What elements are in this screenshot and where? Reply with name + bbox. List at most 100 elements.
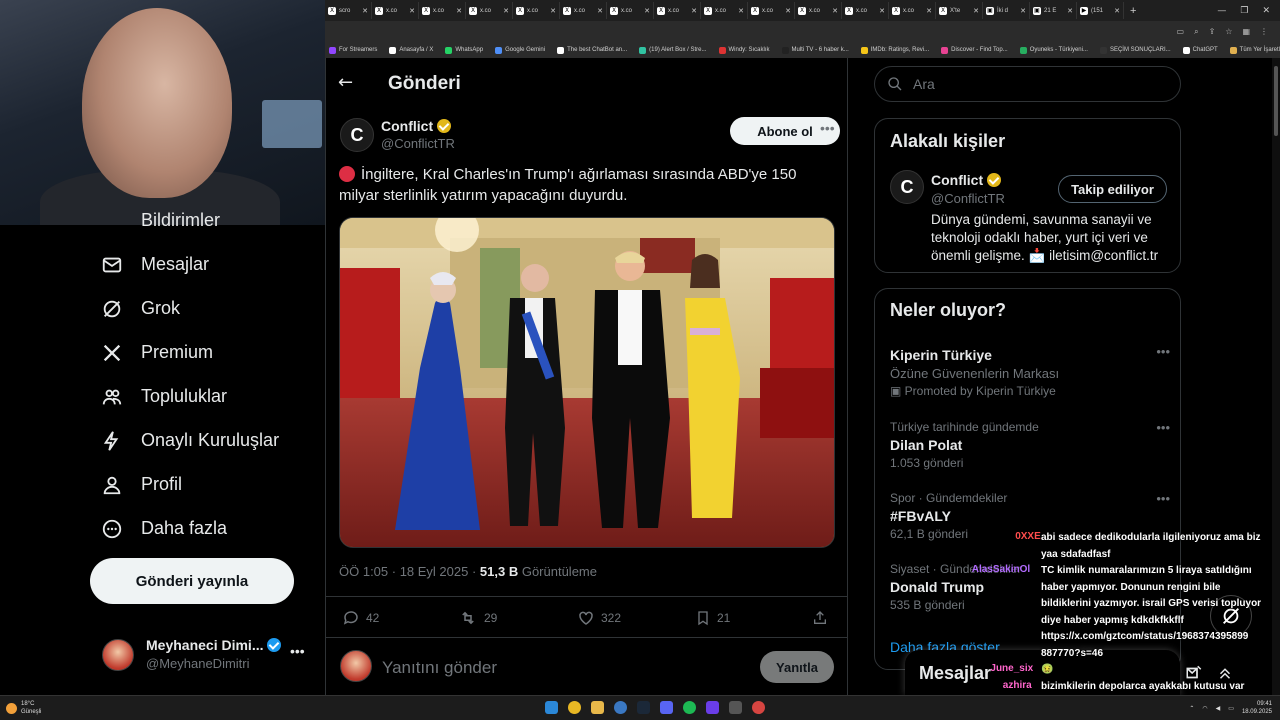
account-switcher[interactable]: Meyhaneci Dimi... @MeyhaneDimitri ••• bbox=[102, 635, 312, 675]
close-icon[interactable]: ✕ bbox=[362, 7, 368, 15]
browser-tab[interactable]: Xx.co ✕ bbox=[372, 2, 419, 19]
cast-icon[interactable]: ▭ bbox=[1177, 27, 1185, 36]
browser-tab[interactable]: Xx.co ✕ bbox=[889, 2, 936, 19]
star-icon[interactable]: ☆ bbox=[1225, 27, 1232, 36]
related-avatar[interactable]: C bbox=[890, 170, 924, 204]
close-icon[interactable]: ✕ bbox=[926, 7, 932, 15]
browser-tab[interactable]: Xscro ✕ bbox=[325, 2, 372, 19]
steam-icon[interactable] bbox=[637, 701, 650, 714]
bookmark-item[interactable]: Tüm Yer İşaretleri bbox=[1229, 46, 1280, 54]
trend-more-icon[interactable]: ••• bbox=[1156, 420, 1170, 435]
related-name[interactable]: Conflict bbox=[931, 172, 1001, 188]
reply-button[interactable]: Yanıtla bbox=[760, 651, 834, 683]
sidebar-item-mesajlar[interactable]: Mesajlar bbox=[100, 253, 209, 276]
file-explorer-icon[interactable] bbox=[591, 701, 604, 714]
tweet-author-handle[interactable]: @ConflictTR bbox=[381, 136, 455, 151]
tweet-author-avatar[interactable]: C bbox=[340, 118, 374, 152]
chevron-up-icon[interactable]: ⌃ bbox=[1189, 705, 1194, 712]
obs-icon[interactable] bbox=[752, 701, 765, 714]
sidebar-item-profil[interactable]: Profil bbox=[100, 473, 182, 496]
maximize-icon[interactable]: ❐ bbox=[1240, 6, 1248, 16]
close-icon[interactable]: ✕ bbox=[1114, 7, 1120, 15]
close-icon[interactable]: ✕ bbox=[456, 7, 462, 15]
chrome-icon[interactable] bbox=[568, 701, 581, 714]
close-icon[interactable]: ✕ bbox=[1020, 7, 1026, 15]
related-handle[interactable]: @ConflictTR bbox=[931, 191, 1005, 206]
browser-tab[interactable]: Xx.co ✕ bbox=[795, 2, 842, 19]
app-icon[interactable] bbox=[706, 701, 719, 714]
sidebar-item-premium[interactable]: Premium bbox=[100, 341, 213, 364]
browser-tab[interactable]: X X'te ✕ bbox=[936, 2, 983, 19]
browser-tab[interactable]: ▣ İki d ✕ bbox=[983, 2, 1030, 19]
scroll-thumb[interactable] bbox=[1274, 66, 1278, 136]
spotify-icon[interactable] bbox=[683, 701, 696, 714]
repost-action[interactable]: 29 bbox=[458, 609, 497, 627]
browser-tab[interactable]: Xx.co ✕ bbox=[842, 2, 889, 19]
app-icon[interactable] bbox=[729, 701, 742, 714]
close-icon[interactable]: ✕ bbox=[973, 7, 979, 15]
bookmark-item[interactable]: ChatGPT bbox=[1182, 46, 1218, 54]
close-icon[interactable]: ✕ bbox=[785, 7, 791, 15]
windows-start-icon[interactable] bbox=[545, 701, 558, 714]
minimize-icon[interactable]: — bbox=[1217, 6, 1226, 16]
search-input[interactable]: Ara bbox=[874, 66, 1181, 102]
browser-tab[interactable]: Xx.co ✕ bbox=[466, 2, 513, 19]
close-icon[interactable]: ✕ bbox=[503, 7, 509, 15]
browser-tab[interactable]: ▣ 21 E ✕ bbox=[1030, 2, 1077, 19]
browser-tab[interactable]: Xx.co ✕ bbox=[748, 2, 795, 19]
bookmark-item[interactable]: WhatsApp bbox=[445, 46, 483, 54]
close-icon[interactable]: ✕ bbox=[597, 7, 603, 15]
trend-item[interactable]: Türkiye tarihinde gündemde Dilan Polat 1… bbox=[890, 420, 1170, 470]
bookmark-item[interactable]: For Streamers bbox=[329, 46, 377, 54]
close-icon[interactable]: ✕ bbox=[550, 7, 556, 15]
post-button[interactable]: Gönderi yayınla bbox=[90, 558, 294, 604]
bookmark-item[interactable]: Windy: Sıcaklık bbox=[718, 46, 770, 54]
edge-icon[interactable] bbox=[614, 701, 627, 714]
volume-icon[interactable]: ◀ bbox=[1216, 705, 1221, 712]
tweet-more-icon[interactable]: ••• bbox=[820, 120, 835, 136]
close-icon[interactable]: ✕ bbox=[738, 7, 744, 15]
battery-icon[interactable]: ▭ bbox=[1228, 705, 1234, 712]
wifi-icon[interactable]: ◠ bbox=[1202, 705, 1207, 712]
back-arrow-icon[interactable]: ← bbox=[338, 72, 358, 93]
bookmark-item[interactable]: Google Gemini bbox=[495, 46, 545, 54]
tweet-author-name[interactable]: Conflict bbox=[381, 118, 451, 134]
browser-tab[interactable]: Xx.co ✕ bbox=[513, 2, 560, 19]
menu-icon[interactable]: ⋮ bbox=[1260, 27, 1268, 36]
share-action[interactable] bbox=[812, 609, 828, 627]
reply-input[interactable]: Yanıtını gönder bbox=[382, 658, 497, 678]
trend-more-icon[interactable]: ••• bbox=[1156, 491, 1170, 506]
bookmark-item[interactable]: SEÇİM SONUÇLARI... bbox=[1099, 46, 1171, 54]
close-window-icon[interactable]: ✕ bbox=[1262, 6, 1270, 16]
trend-item[interactable]: Kiperin Türkiye Özüne Güvenenlerin Marka… bbox=[890, 344, 1170, 398]
close-icon[interactable]: ✕ bbox=[409, 7, 415, 15]
close-icon[interactable]: ✕ bbox=[832, 7, 838, 15]
close-icon[interactable]: ✕ bbox=[1067, 7, 1073, 15]
reply-action[interactable]: 42 bbox=[342, 609, 379, 627]
share-icon[interactable]: ⇪ bbox=[1209, 27, 1216, 36]
tweet-image[interactable] bbox=[339, 217, 835, 548]
browser-tab[interactable]: Xx.co ✕ bbox=[419, 2, 466, 19]
zoom-icon[interactable]: ⌕ bbox=[1194, 27, 1198, 37]
sidebar-item-daha-fazla[interactable]: Daha fazla bbox=[100, 517, 227, 540]
trend-more-icon[interactable]: ••• bbox=[1156, 344, 1170, 359]
new-tab-plus-icon[interactable]: + bbox=[1124, 5, 1142, 17]
browser-tab[interactable]: Xx.co ✕ bbox=[560, 2, 607, 19]
sidebar-item-notifications[interactable]: Bildirimler bbox=[100, 211, 220, 229]
bookmark-item[interactable]: (19) Alert Box / Stre... bbox=[639, 46, 707, 54]
sidebar-item-onaylı-kuruluşlar[interactable]: Onaylı Kuruluşlar bbox=[100, 429, 279, 452]
bookmark-item[interactable]: IMDb: Ratings, Revi... bbox=[860, 46, 929, 54]
like-action[interactable]: 322 bbox=[577, 609, 621, 627]
extensions-icon[interactable]: ▦ bbox=[1242, 27, 1250, 36]
more-dots-icon[interactable]: ••• bbox=[290, 643, 305, 659]
bookmark-item[interactable]: Discover - Find Top... bbox=[941, 46, 1008, 54]
close-icon[interactable]: ✕ bbox=[644, 7, 650, 15]
weather-widget[interactable]: 18°C Güneşli bbox=[6, 700, 41, 716]
bookmark-item[interactable]: Anasayfa / X bbox=[389, 46, 433, 54]
page-scrollbar[interactable] bbox=[1272, 58, 1280, 695]
browser-tab[interactable]: Xx.co ✕ bbox=[701, 2, 748, 19]
close-icon[interactable]: ✕ bbox=[691, 7, 697, 15]
sidebar-item-topluluklar[interactable]: Topluluklar bbox=[100, 385, 227, 408]
clock[interactable]: 09:41 18.09.2025 bbox=[1242, 700, 1272, 716]
sidebar-item-grok[interactable]: Grok bbox=[100, 297, 180, 320]
